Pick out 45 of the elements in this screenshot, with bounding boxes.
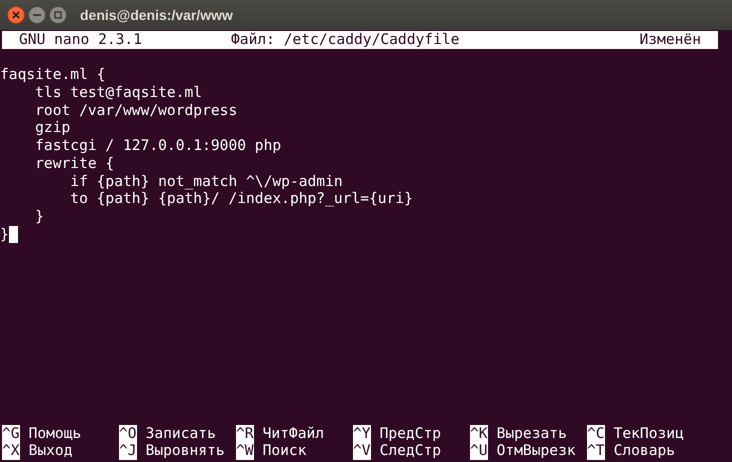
shortcut-label: Помощь [28, 424, 82, 442]
shortcut-label: Словарь [614, 442, 676, 460]
code-line: fastcgi / 127.0.0.1:9000 php [34, 137, 282, 155]
shortcut-label: ОтмВырезк [496, 442, 576, 460]
shortcut-key: ^O [119, 424, 137, 442]
shortcut-label: Поиск [262, 442, 307, 460]
code-line: if {path} not_match ^\/wp-admin [69, 172, 343, 190]
shortcut-label: Выход [28, 442, 73, 460]
file-name: Файл: /etc/caddy/Caddyfile [231, 31, 460, 49]
shortcut-label: СледСтр [380, 442, 442, 460]
code-line: rewrite { [34, 154, 114, 173]
code-line: } [34, 208, 44, 226]
shortcut-label: ПредСтр [380, 424, 442, 442]
shortcut-label: ЧитФайл [262, 424, 324, 442]
maximize-icon [54, 11, 62, 19]
code-line: tls test@faqsite.ml [34, 84, 202, 102]
code-line: to {path} {path}/ /index.php?_url={uri} [69, 190, 413, 208]
shortcut-key: ^C [587, 424, 605, 442]
code-line: root /var/www/wordpress [34, 102, 238, 120]
text-cursor [8, 226, 18, 243]
shortcut-label: Вырезать [496, 424, 567, 442]
shortcut-key: ^J [119, 442, 137, 460]
shortcut-key: ^U [470, 442, 488, 460]
code-line: } [0, 226, 9, 244]
shortcut-label: Записать [146, 424, 216, 442]
minimize-button[interactable] [28, 6, 46, 24]
shortcut-key: ^K [470, 424, 488, 442]
shortcut-key: ^T [587, 442, 605, 460]
shortcut-key: ^Y [353, 424, 371, 442]
shortcut-key: ^R [236, 424, 254, 442]
window-title: denis@denis:/var/www [80, 6, 233, 24]
shortcut-key: ^X [2, 442, 20, 460]
maximize-button[interactable] [49, 6, 67, 24]
modified-status: Изменён [639, 31, 701, 49]
program-version: GNU nano 2.3.1 [19, 31, 144, 49]
shortcut-key: ^G [2, 424, 20, 442]
code-line: gzip [34, 119, 70, 138]
code-line: faqsite.ml { [0, 66, 106, 84]
shortcut-key: ^V [353, 442, 371, 460]
shortcut-label: ТекПозиц [614, 424, 684, 442]
close-button[interactable] [7, 6, 25, 24]
shortcut-label: Выровнять [146, 442, 225, 460]
minimize-icon [33, 14, 41, 16]
shortcut-key: ^W [236, 442, 254, 460]
close-icon [12, 11, 20, 19]
